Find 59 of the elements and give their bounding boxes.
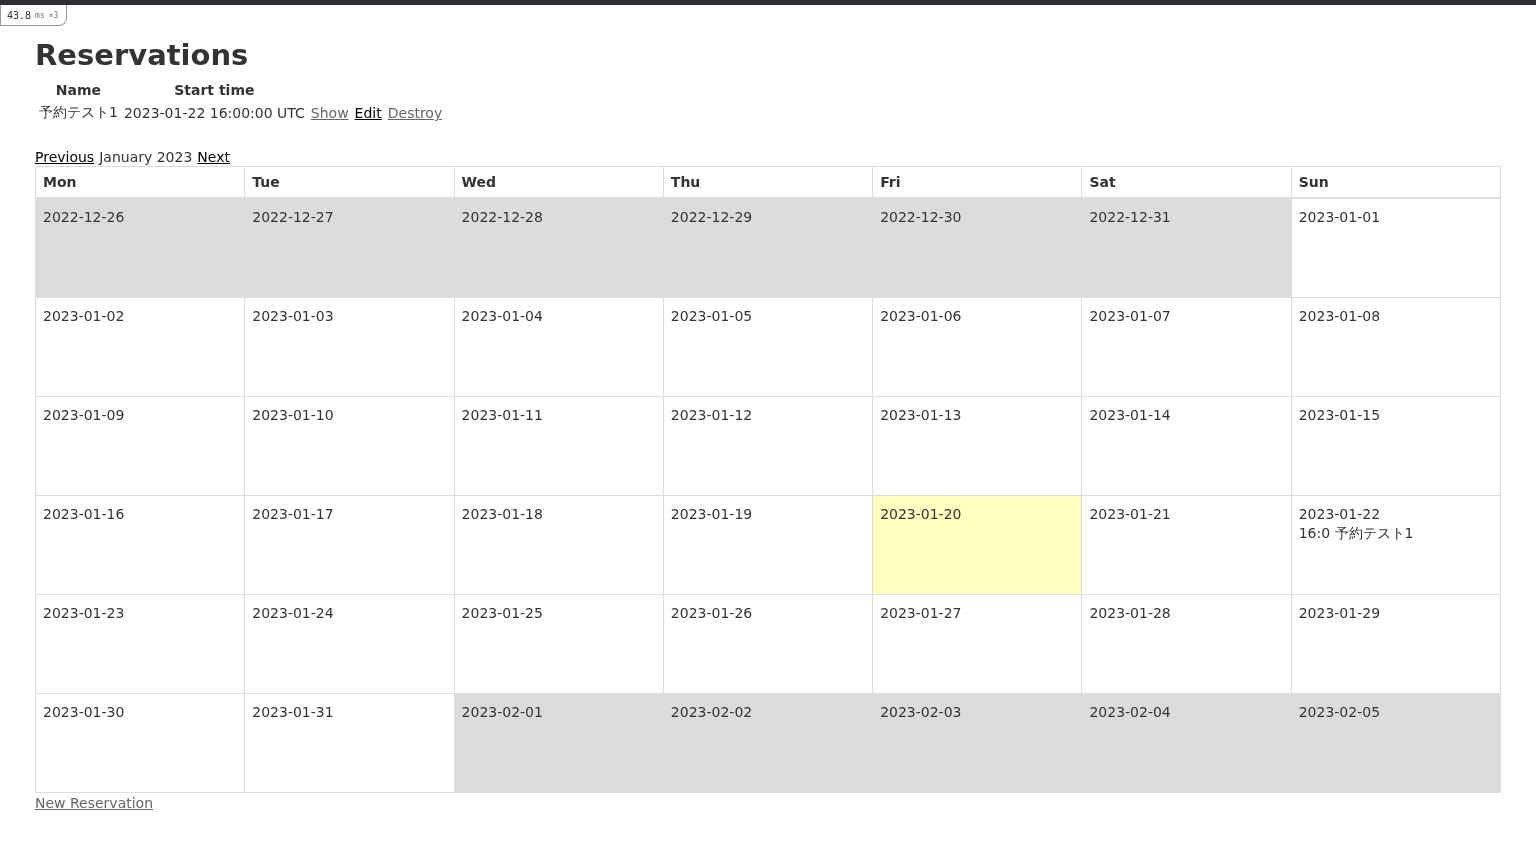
day-date: 2023-01-02 bbox=[43, 306, 126, 326]
timing-unit: ms bbox=[35, 10, 45, 20]
day-date: 2023-01-11 bbox=[461, 405, 544, 425]
day-date: 2023-01-29 bbox=[1298, 603, 1382, 623]
day-date: 2023-01-25 bbox=[461, 603, 544, 623]
day-date: 2023-01-16 bbox=[43, 504, 126, 524]
day-date: 2023-01-06 bbox=[880, 306, 963, 326]
action-link[interactable]: Show bbox=[310, 105, 349, 121]
day-date: 2023-01-07 bbox=[1089, 306, 1172, 326]
day-date: 2022-12-29 bbox=[670, 208, 754, 227]
day-date: 2023-01-26 bbox=[670, 603, 754, 623]
day-date: 2023-01-14 bbox=[1089, 405, 1172, 425]
day-date: 2022-12-28 bbox=[461, 208, 544, 227]
query-count: ×3 bbox=[48, 10, 59, 20]
day-date: 2023-02-02 bbox=[670, 702, 754, 722]
previous-link[interactable]: Previous bbox=[35, 148, 95, 166]
day-date: 2023-01-27 bbox=[880, 603, 963, 623]
day-date: 2023-01-21 bbox=[1089, 504, 1172, 524]
day-date: 2022-12-31 bbox=[1089, 208, 1172, 227]
timing-value: 43.8 bbox=[7, 9, 32, 21]
day-date: 2023-01-01 bbox=[1298, 208, 1382, 227]
day-date: 2023-01-20 bbox=[880, 504, 963, 524]
column-header: Name bbox=[54, 82, 103, 98]
day-date: 2023-01-31 bbox=[252, 702, 335, 722]
day-date: 2023-01-13 bbox=[880, 405, 963, 425]
day-date: 2022-12-26 bbox=[43, 208, 126, 227]
table-cell: 予約テスト1 bbox=[39, 104, 118, 122]
next-link[interactable]: Next bbox=[197, 148, 230, 166]
column-header: Start time bbox=[173, 82, 256, 98]
new-reservation-link[interactable]: New Reservation bbox=[35, 794, 154, 811]
day-date: 2023-01-24 bbox=[252, 603, 335, 623]
day-date: 2023-01-04 bbox=[461, 306, 544, 326]
profiler-badge[interactable]: 43.8 ms ×3 bbox=[0, 5, 68, 26]
day-date: 2023-01-12 bbox=[670, 405, 754, 425]
day-date: 2023-02-04 bbox=[1089, 702, 1172, 722]
page-title: Reservations bbox=[35, 38, 249, 72]
day-date: 2022-12-30 bbox=[880, 208, 963, 227]
day-date: 2023-01-30 bbox=[43, 702, 126, 722]
day-date: 2022-12-27 bbox=[252, 208, 335, 227]
day-date: 2023-01-03 bbox=[252, 306, 335, 326]
table-cell: 2023-01-22 16:00:00 UTC bbox=[123, 104, 305, 122]
calendar-event[interactable]: 16:0 予約テスト1 bbox=[1298, 523, 1493, 543]
day-date: 2023-01-08 bbox=[1298, 306, 1382, 326]
day-date: 2023-01-19 bbox=[670, 504, 754, 524]
day-date: 2023-01-23 bbox=[43, 603, 126, 623]
day-date: 2023-02-05 bbox=[1298, 702, 1382, 722]
action-link[interactable]: Edit bbox=[354, 105, 382, 121]
day-date: 2023-02-03 bbox=[880, 702, 963, 722]
day-date: 2023-01-28 bbox=[1089, 603, 1172, 623]
day-date: 2023-01-10 bbox=[252, 405, 335, 425]
action-link[interactable]: Destroy bbox=[387, 105, 443, 121]
day-date: 2023-01-18 bbox=[461, 504, 544, 524]
day-date: 2023-01-22 bbox=[1298, 504, 1382, 524]
day-date: 2023-01-09 bbox=[43, 405, 126, 425]
month-label: January 2023 bbox=[99, 148, 193, 166]
day-date: 2023-01-15 bbox=[1298, 405, 1382, 425]
day-date: 2023-01-17 bbox=[252, 504, 335, 524]
day-date: 2023-01-05 bbox=[670, 306, 754, 326]
day-date: 2023-02-01 bbox=[461, 702, 544, 722]
